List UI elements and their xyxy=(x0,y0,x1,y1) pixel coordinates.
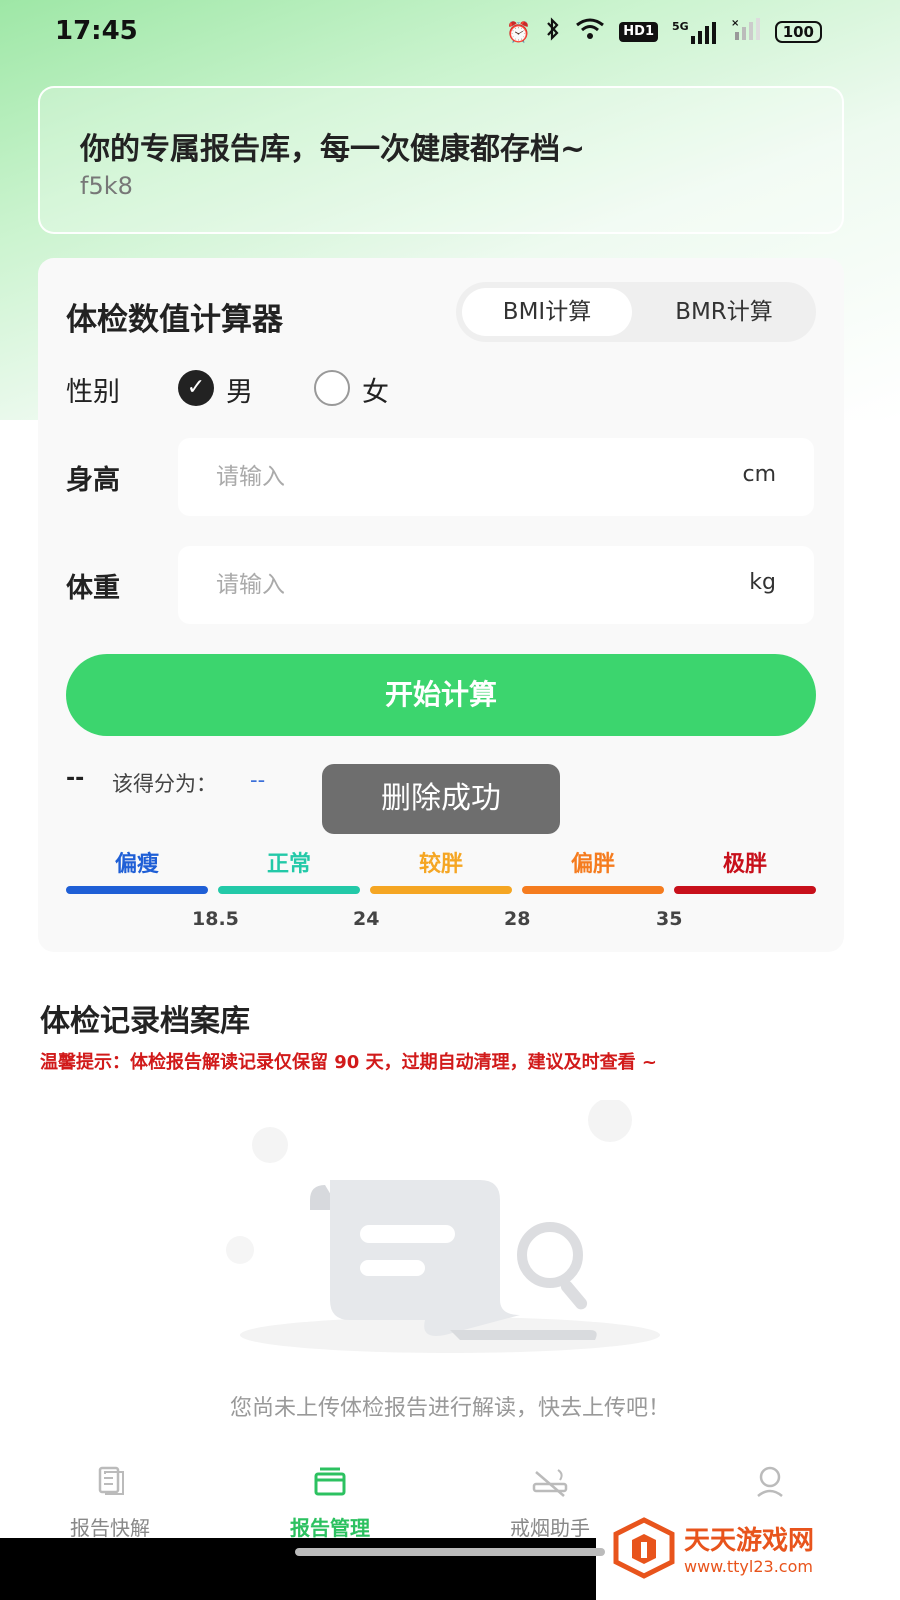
status-time: 17:45 xyxy=(55,16,138,46)
watermark-url: www.ttyl23.com xyxy=(684,1557,813,1576)
category-label-obese: 极胖 xyxy=(722,852,767,877)
height-input[interactable] xyxy=(216,438,696,516)
empty-document-illustration xyxy=(226,1100,660,1353)
weight-input[interactable] xyxy=(216,546,696,624)
bluetooth-icon xyxy=(545,16,561,48)
toast-message: 删除成功 xyxy=(322,764,560,834)
profile-icon xyxy=(757,1466,783,1497)
height-field: cm xyxy=(178,438,814,516)
watermark-name: 天天游戏网 xyxy=(684,1526,815,1556)
category-label-fat: 偏胖 xyxy=(570,852,615,877)
category-bar-overweight xyxy=(370,886,512,894)
tab-bmr[interactable]: BMR计算 xyxy=(638,288,810,336)
watermark: 天天游戏网 www.ttyl23.com xyxy=(612,1496,900,1600)
nav-label-report-quick: 报告快解 xyxy=(70,1516,150,1540)
records-tip: 温馨提示：体检报告解读记录仅保留 90 天，过期自动清理，建议及时查看 ~ xyxy=(40,1052,657,1073)
category-bar-normal xyxy=(218,886,360,894)
score-value: -- xyxy=(250,768,266,792)
gender-male-radio[interactable]: ✓ xyxy=(178,370,214,406)
scale-tick: 35 xyxy=(656,908,683,930)
banner-title: 你的专属报告库，每一次健康都存档~ xyxy=(80,132,586,167)
calculator-card: 体检数值计算器 BMI计算 BMR计算 性别 ✓ 男 女 身高 cm 体重 kg… xyxy=(38,258,844,952)
category-label-underweight: 偏瘦 xyxy=(114,852,159,877)
status-icons: ⏰ HD1 5G × 100 xyxy=(506,16,822,48)
gender-female-radio[interactable] xyxy=(314,370,350,406)
nav-item-report-quick[interactable]: 报告快解 xyxy=(35,1440,185,1541)
nav-item-report-manage[interactable]: 报告管理 xyxy=(255,1440,405,1541)
scale-tick: 24 xyxy=(353,908,380,930)
nav-label-report-manage: 报告管理 xyxy=(290,1516,370,1540)
nav-item-quit-smoking[interactable]: 戒烟助手 xyxy=(475,1440,625,1541)
alarm-icon: ⏰ xyxy=(506,20,532,44)
gender-male-label[interactable]: 男 xyxy=(226,370,253,409)
gender-female-label[interactable]: 女 xyxy=(362,370,389,409)
gender-label: 性别 xyxy=(66,377,120,408)
category-bar-fat xyxy=(522,886,664,894)
calc-type-switch: BMI计算 BMR计算 xyxy=(456,282,816,342)
banner: 你的专属报告库，每一次健康都存档~ f5k8 xyxy=(38,86,844,234)
category-label-overweight: 较胖 xyxy=(418,852,463,877)
records-title: 体检记录档案库 xyxy=(40,1004,250,1039)
wifi-icon xyxy=(575,17,605,48)
nav-label-quit-smoking: 戒烟助手 xyxy=(510,1516,590,1540)
start-calculate-button[interactable]: 开始计算 xyxy=(66,654,816,736)
scale-tick: 28 xyxy=(504,908,531,930)
signal-5g-icon: 5G xyxy=(672,21,717,44)
weight-label: 体重 xyxy=(66,573,120,604)
watermark-logo-icon xyxy=(613,1517,675,1579)
svg-text:×: × xyxy=(731,18,739,29)
category-bar-underweight xyxy=(66,886,208,894)
signal-weak-icon: × xyxy=(731,17,761,47)
scale-tick: 18.5 xyxy=(192,908,239,930)
score-prefix: -- xyxy=(66,766,85,791)
hd-badge: HD1 xyxy=(619,22,658,42)
category-label-normal: 正常 xyxy=(266,852,311,877)
folder-icon xyxy=(314,1467,346,1496)
empty-state-text: 您尚未上传体检报告进行解读，快去上传吧！ xyxy=(229,1396,670,1421)
score-label: 该得分为： xyxy=(112,772,217,796)
category-bar-obese xyxy=(674,886,816,894)
no-smoking-icon xyxy=(532,1469,568,1497)
home-indicator[interactable] xyxy=(295,1548,605,1556)
weight-field: kg xyxy=(178,546,814,624)
calculator-title: 体检数值计算器 xyxy=(66,302,283,338)
height-label: 身高 xyxy=(66,465,120,496)
report-icon xyxy=(98,1466,124,1495)
battery-indicator: 100 xyxy=(774,21,822,43)
height-unit: cm xyxy=(742,462,776,487)
banner-subtitle: f5k8 xyxy=(80,172,133,200)
tab-bmi[interactable]: BMI计算 xyxy=(462,288,632,336)
weight-unit: kg xyxy=(749,570,776,595)
